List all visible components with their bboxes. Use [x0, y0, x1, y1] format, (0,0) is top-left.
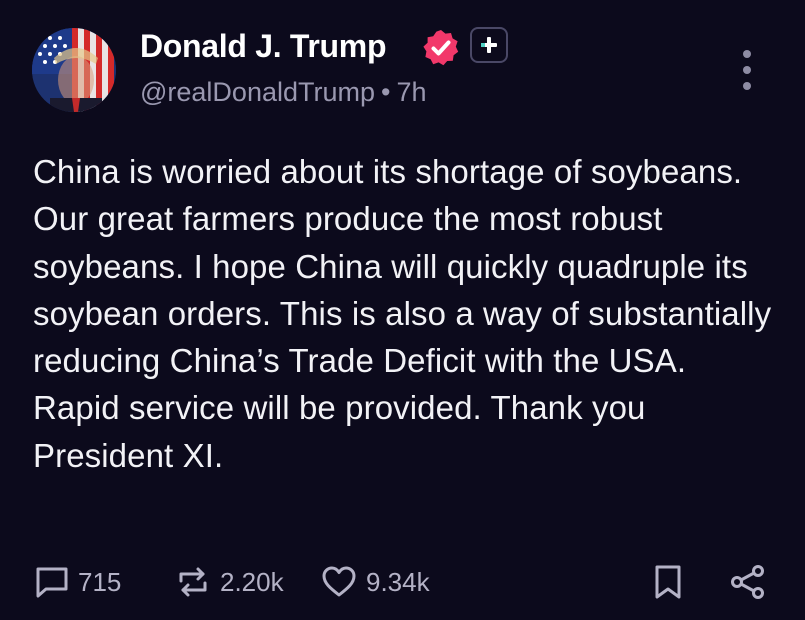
separator-dot: •	[381, 77, 391, 107]
reply-count: 715	[78, 566, 122, 597]
author-name[interactable]: Donald J. Trump	[140, 26, 387, 66]
post-time[interactable]: 7h	[396, 77, 426, 107]
bookmark-icon	[652, 564, 684, 600]
more-options-button[interactable]	[733, 50, 761, 90]
bookmark-button[interactable]	[652, 557, 684, 607]
heart-icon	[320, 564, 358, 600]
share-icon	[728, 562, 768, 602]
share-button[interactable]	[728, 557, 768, 607]
handle-line: @realDonaldTrump • 7h	[140, 75, 427, 109]
reply-icon	[34, 564, 70, 600]
post-text: China is worried about its shortage of s…	[33, 153, 772, 474]
follow-button[interactable]	[470, 27, 508, 63]
repost-button[interactable]: 2.20k	[174, 557, 284, 607]
like-button[interactable]: 9.34k	[320, 557, 430, 607]
like-count: 9.34k	[366, 566, 430, 597]
reply-button[interactable]: 715	[34, 557, 121, 607]
repost-count: 2.20k	[220, 566, 284, 597]
more-vertical-icon	[743, 50, 751, 58]
avatar[interactable]	[32, 28, 116, 112]
avatar-image	[32, 28, 116, 112]
verified-badge-icon	[421, 28, 461, 68]
plus-icon	[481, 37, 497, 53]
action-bar: 715 2.20k 9.34k	[0, 557, 805, 607]
post-card: Donald J. Trump @realDonaldTrump • 7h Chin…	[0, 0, 805, 620]
author-handle[interactable]: @realDonaldTrump	[140, 77, 375, 107]
repost-icon	[174, 564, 212, 600]
